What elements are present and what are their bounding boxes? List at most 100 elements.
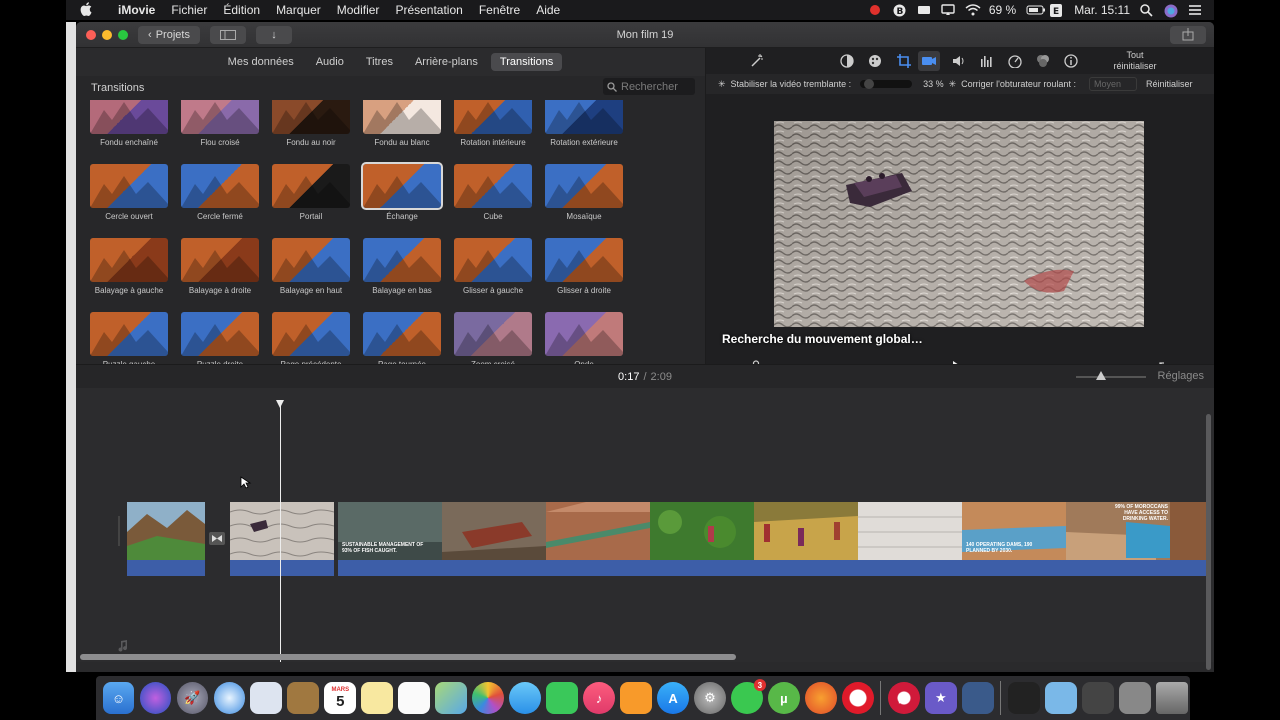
ibooks-icon[interactable] <box>620 682 652 714</box>
tab-audio[interactable]: Audio <box>307 53 353 71</box>
info-icon[interactable] <box>1064 54 1078 68</box>
imovie-dock-icon[interactable]: ★ <box>924 682 957 714</box>
menu-marquer[interactable]: Marquer <box>268 3 329 17</box>
transition-tile[interactable]: Rotation intérieure <box>454 100 532 147</box>
media-browser-toggle-button[interactable] <box>210 25 246 44</box>
finder-icon[interactable]: ☺ <box>102 682 135 714</box>
transition-tile[interactable]: Page précédente <box>272 312 350 364</box>
transition-tile[interactable]: Cube <box>454 164 532 221</box>
contacts-icon[interactable] <box>287 682 320 714</box>
transition-tile[interactable]: Zoom croisé <box>454 312 532 364</box>
menu-presentation[interactable]: Présentation <box>387 3 470 17</box>
desktop-folder-icon[interactable] <box>961 682 994 714</box>
transition-tile[interactable]: Balayage en haut <box>272 238 350 295</box>
audio-waveform[interactable] <box>127 560 205 576</box>
transition-tile[interactable]: Fondu enchaîné <box>90 100 168 147</box>
firefox-icon[interactable] <box>805 682 837 714</box>
vertical-scrollbar[interactable] <box>1206 414 1211 670</box>
menu-fenetre[interactable]: Fenêtre <box>471 3 528 17</box>
share-button[interactable] <box>1170 26 1206 44</box>
record-indicator-icon[interactable] <box>869 4 883 16</box>
transition-tile[interactable]: Puzzle droite <box>181 312 259 364</box>
maps-icon[interactable] <box>435 682 468 714</box>
clip-filter-icon[interactable] <box>1036 54 1050 68</box>
apple-menu-icon[interactable] <box>80 1 96 19</box>
battery-icon[interactable] <box>1026 4 1046 16</box>
timeline-clip[interactable] <box>650 502 754 562</box>
reminders-icon[interactable] <box>398 682 431 714</box>
magic-wand-icon[interactable] <box>750 54 764 68</box>
transition-tile[interactable]: Cercle fermé <box>181 164 259 221</box>
siri-dock-icon[interactable] <box>139 682 172 714</box>
launchpad-icon[interactable]: 🚀 <box>176 682 209 714</box>
notifications-icon[interactable] <box>917 4 931 16</box>
reset-stabilization-button[interactable]: Réinitialiser <box>1146 79 1193 89</box>
crop-icon[interactable] <box>897 54 911 68</box>
notification-center-icon[interactable] <box>1188 4 1202 16</box>
timeline[interactable]: SUSTAINABLE MANAGEMENT OF 93% OF FISH CA… <box>76 388 1214 670</box>
screen-recorder-icon[interactable]: ▶ <box>887 682 920 714</box>
speed-icon[interactable] <box>1008 54 1022 68</box>
playhead[interactable] <box>276 400 284 662</box>
zoom-slider-thumb[interactable] <box>1096 371 1106 380</box>
notes-icon[interactable] <box>361 682 394 714</box>
timeline-clip[interactable] <box>127 502 205 562</box>
terminal-icon[interactable] <box>1007 682 1040 714</box>
timeline-clip[interactable]: 99% OF MOROCCANS HAVE ACCESS TO DRINKING… <box>1066 502 1208 562</box>
search-input[interactable]: Rechercher <box>603 78 695 95</box>
transition-tile[interactable]: Cercle ouvert <box>90 164 168 221</box>
transition-tile[interactable]: Échange <box>361 162 443 221</box>
calendar-icon[interactable]: MARS 5 <box>324 682 357 714</box>
zoom-window-button[interactable] <box>118 29 128 40</box>
audio-waveform[interactable] <box>230 560 334 576</box>
timeline-clip[interactable] <box>230 502 334 562</box>
messages-icon[interactable] <box>509 682 542 714</box>
audio-waveform[interactable] <box>338 560 1208 576</box>
utorrent-icon[interactable]: µ <box>768 682 800 714</box>
whatsapp-icon[interactable]: 3 <box>731 679 766 714</box>
transition-tile[interactable]: Balayage à droite <box>181 238 259 295</box>
transition-tile[interactable]: Flou croisé <box>181 100 259 147</box>
trash-icon[interactable] <box>1155 682 1188 714</box>
close-window-button[interactable] <box>86 29 96 40</box>
timeline-clip[interactable]: SUSTAINABLE MANAGEMENT OF 93% OF FISH CA… <box>338 502 442 562</box>
tab-titres[interactable]: Titres <box>357 53 402 71</box>
transition-tile[interactable]: Glisser à droite <box>545 238 623 295</box>
menu-edition[interactable]: Édition <box>215 3 268 17</box>
transition-tile[interactable]: Puzzle gauche <box>90 312 168 364</box>
system-preferences-icon[interactable]: ⚙ <box>694 682 726 714</box>
tab-arriere-plans[interactable]: Arrière-plans <box>406 53 487 71</box>
transition-tile[interactable]: Mosaïque <box>545 164 623 221</box>
safari-icon[interactable] <box>213 682 246 714</box>
wifi-icon[interactable] <box>965 4 981 16</box>
timeline-clip[interactable] <box>546 502 650 562</box>
rolling-shutter-dropdown[interactable]: Moyen <box>1088 77 1137 91</box>
timeline-clip[interactable] <box>858 502 962 562</box>
equalizer-icon[interactable] <box>980 54 994 68</box>
import-button[interactable]: ↓ <box>256 25 292 44</box>
spotlight-search-icon[interactable] <box>1140 4 1154 17</box>
transition-tile[interactable]: Rotation extérieure <box>545 100 623 147</box>
photos-icon[interactable] <box>472 682 505 714</box>
menu-fichier[interactable]: Fichier <box>163 3 215 17</box>
projects-button[interactable]: ‹ Projets <box>138 25 200 44</box>
transition-tile[interactable]: Onde <box>545 312 623 364</box>
horizontal-scrollbar[interactable] <box>80 654 736 660</box>
downloads-folder-icon[interactable] <box>1044 682 1077 714</box>
transition-marker[interactable] <box>209 532 225 545</box>
menu-app-name[interactable]: iMovie <box>110 3 163 17</box>
itunes-icon[interactable]: ♪ <box>583 682 615 714</box>
minimize-window-button[interactable] <box>102 29 112 40</box>
facetime-icon[interactable] <box>546 682 578 714</box>
timeline-clip[interactable] <box>754 502 858 562</box>
stabilize-slider[interactable] <box>860 79 913 89</box>
transition-tile[interactable]: Balayage à gauche <box>90 238 168 295</box>
menu-aide[interactable]: Aide <box>528 3 568 17</box>
timeline-clip[interactable]: 140 OPERATING DAMS, 190 PLANNED BY 2030. <box>962 502 1066 562</box>
transition-tile[interactable]: Fondu au noir <box>272 100 350 147</box>
menu-modifier[interactable]: Modifier <box>329 3 388 17</box>
transition-tile[interactable]: Fondu au blanc <box>363 100 441 147</box>
transition-tile[interactable]: Glisser à gauche <box>454 238 532 295</box>
volume-icon[interactable] <box>952 54 966 68</box>
stabilization-tool-button[interactable] <box>918 51 940 71</box>
